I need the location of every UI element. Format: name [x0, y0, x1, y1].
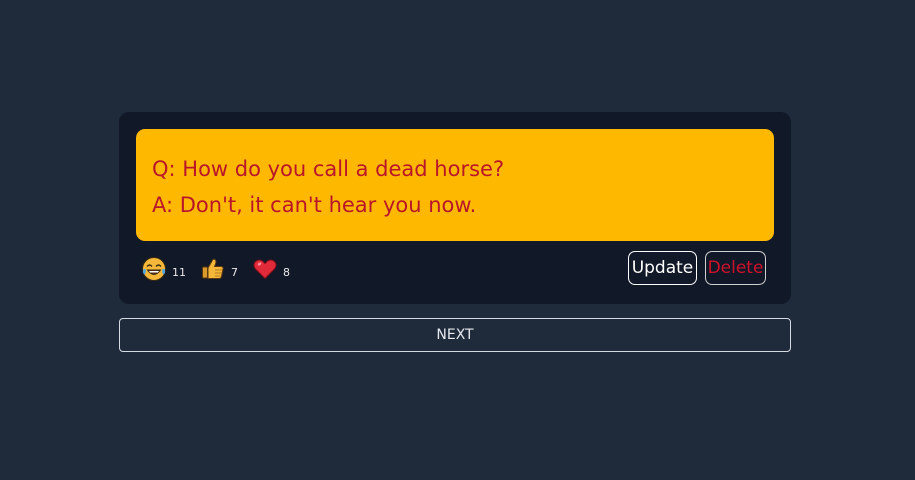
laughing-face-icon[interactable] [141, 256, 167, 282]
joke-question: Q: How do you call a dead horse? [152, 157, 505, 181]
reaction-heart-count: 8 [283, 265, 290, 279]
delete-button[interactable]: Delete [705, 251, 766, 285]
reaction-heart[interactable]: 8 [252, 256, 290, 282]
reaction-laugh[interactable]: 11 [141, 256, 186, 282]
next-button[interactable]: NEXT [119, 318, 791, 352]
joke-card: Q: How do you call a dead horse? A: Don'… [119, 112, 791, 304]
thumbs-up-icon[interactable] [200, 256, 226, 282]
reaction-laugh-count: 11 [172, 265, 186, 279]
reaction-thumbs-up[interactable]: 7 [200, 256, 238, 282]
joke-answer: A: Don't, it can't hear you now. [152, 193, 477, 217]
heart-icon[interactable] [252, 256, 278, 282]
joke-text-box: Q: How do you call a dead horse? A: Don'… [136, 129, 774, 241]
reactions-bar: 11 7 8 [141, 254, 304, 284]
reaction-thumbs-up-count: 7 [231, 265, 238, 279]
update-button[interactable]: Update [628, 251, 697, 285]
